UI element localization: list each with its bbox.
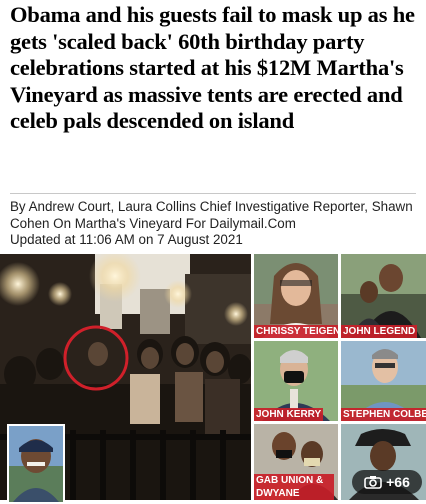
photo-count: +66 bbox=[386, 474, 410, 490]
article-byline: By Andrew Court, Laura Collins Chief Inv… bbox=[10, 199, 420, 249]
gallery-tile-stephen-colbert[interactable]: STEPHEN COLBERT bbox=[341, 341, 426, 421]
caption-line: DWYANE WADE bbox=[256, 488, 300, 499]
camera-icon bbox=[364, 476, 382, 489]
photo-counter-button[interactable]: +66 bbox=[352, 470, 422, 494]
inset-portrait-photo bbox=[7, 424, 65, 504]
gallery-tile-john-kerry[interactable]: JOHN KERRY bbox=[254, 341, 338, 421]
obama-portrait-image bbox=[9, 426, 63, 502]
byline-divider bbox=[10, 193, 416, 194]
caption-label: JOHN KERRY bbox=[254, 408, 324, 421]
gallery-tile-more[interactable]: +66 bbox=[341, 424, 426, 500]
gallery-tile-chrissy-teigen[interactable]: CHRISSY TEIGEN bbox=[254, 254, 338, 338]
photo-gallery[interactable]: CHRISSY TEIGEN JOHN LEGEND JOHN KERRY ST… bbox=[0, 254, 426, 504]
caption-label: CHRISSY TEIGEN bbox=[254, 325, 338, 338]
caption-label: JOHN LEGEND bbox=[341, 325, 418, 338]
updated-timestamp: Updated at 11:06 AM on 7 August 2021 bbox=[10, 232, 243, 248]
gallery-tile-john-legend[interactable]: JOHN LEGEND bbox=[341, 254, 426, 338]
gallery-tile-gab-union-dwyane-wade[interactable]: GAB UNION & DWYANE WADE bbox=[254, 424, 338, 500]
caption-label: GAB UNION & DWYANE WADE bbox=[254, 474, 334, 500]
caption-line: GAB UNION & bbox=[256, 475, 324, 486]
article-headline: Obama and his guests fail to mask up as … bbox=[10, 2, 415, 134]
caption-label: STEPHEN COLBERT bbox=[341, 408, 426, 421]
byline-authors[interactable]: By Andrew Court, Laura Collins Chief Inv… bbox=[10, 199, 413, 231]
